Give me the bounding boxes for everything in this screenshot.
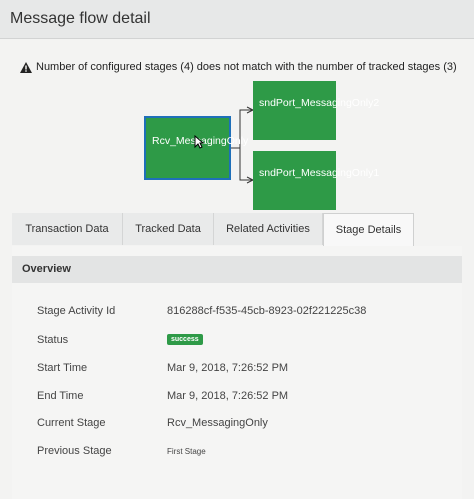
field-status: Status success <box>12 334 462 354</box>
field-label: Stage Activity Id <box>37 305 116 317</box>
stage-details-panel: Overview Stage Activity Id 816288cf-f535… <box>12 246 462 499</box>
status-badge: success <box>167 334 203 345</box>
field-value: Mar 9, 2018, 7:26:52 PM <box>167 362 289 374</box>
stage-mismatch-warning: Number of configured stages (4) does not… <box>20 61 457 73</box>
field-stage-activity-id: Stage Activity Id 816288cf-f535-45cb-892… <box>12 305 462 325</box>
warning-icon <box>20 61 32 73</box>
field-end-time: End Time Mar 9, 2018, 7:26:52 PM <box>12 390 462 410</box>
message-flow-detail-dialog: Message flow detail Number of configured… <box>0 0 474 499</box>
field-value: 816288cf-f535-45cb-8923-02f221225c38 <box>167 305 367 317</box>
field-label: Current Stage <box>37 417 106 429</box>
detail-tabs: Transaction Data Tracked Data Related Ac… <box>12 213 462 247</box>
field-label: Previous Stage <box>37 445 112 457</box>
stage-sndport-messagingonly2[interactable]: sndPort_MessagingOnly2 <box>253 81 379 140</box>
field-value: First Stage <box>167 447 206 456</box>
mouse-cursor-icon <box>194 134 205 154</box>
field-label: Status <box>37 334 69 346</box>
field-value: Mar 9, 2018, 7:26:52 PM <box>167 390 289 402</box>
field-current-stage: Current Stage Rcv_MessagingOnly <box>12 417 462 437</box>
stage-sndport-messagingonly1[interactable]: sndPort_MessagingOnly1 <box>253 151 379 210</box>
field-label: End Time <box>37 390 84 402</box>
overview-header[interactable]: Overview <box>12 256 462 283</box>
field-start-time: Start Time Mar 9, 2018, 7:26:52 PM <box>12 362 462 382</box>
title-bar: Message flow detail <box>0 0 474 39</box>
message-flow-diagram: Rcv_MessagingOnly sndPort_MessagingOnly2… <box>0 78 474 213</box>
dialog-title: Message flow detail <box>10 10 151 27</box>
tab-related-activities[interactable]: Related Activities <box>214 213 323 245</box>
overview-title: Overview <box>22 263 71 275</box>
field-previous-stage: Previous Stage First Stage <box>12 445 462 465</box>
tab-stage-details[interactable]: Stage Details <box>323 213 414 247</box>
field-value: Rcv_MessagingOnly <box>167 417 268 429</box>
stage-rcv-messagingonly[interactable]: Rcv_MessagingOnly <box>144 116 248 180</box>
warning-text: Number of configured stages (4) does not… <box>36 61 457 73</box>
tab-transaction-data[interactable]: Transaction Data <box>12 213 123 245</box>
tab-tracked-data[interactable]: Tracked Data <box>123 213 214 245</box>
field-label: Start Time <box>37 362 88 374</box>
